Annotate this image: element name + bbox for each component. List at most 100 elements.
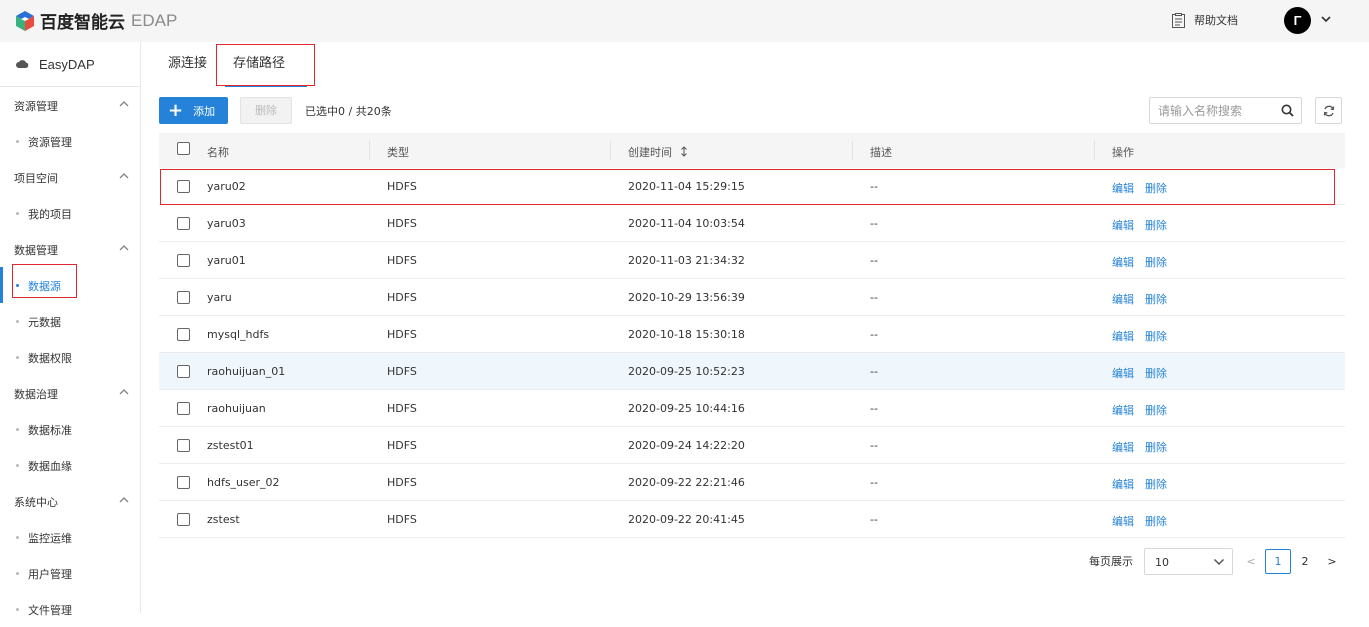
cell-type: HDFS: [387, 513, 417, 526]
sidebar-item-monitoring[interactable]: 监控运维: [0, 519, 140, 555]
next-page-button[interactable]: >: [1319, 549, 1345, 574]
row-checkbox[interactable]: [177, 328, 190, 341]
sidebar-group-system-center[interactable]: 系统中心: [0, 483, 140, 519]
cell-name: zstest: [207, 513, 240, 526]
column-header-created[interactable]: 创建时间: [628, 144, 688, 160]
cell-type: HDFS: [387, 365, 417, 378]
edit-link[interactable]: 编辑: [1112, 217, 1134, 233]
top-bar: 百度智能云 EDAP 帮助文档 Γ: [0, 0, 1369, 42]
bullet-icon: [16, 212, 19, 215]
sidebar-item-label: 用户管理: [28, 568, 72, 581]
row-checkbox[interactable]: [177, 254, 190, 267]
chevron-up-icon: [119, 101, 129, 107]
cell-description: --: [870, 439, 878, 452]
sidebar-app-title[interactable]: EasyDAP: [0, 42, 140, 87]
sort-icon[interactable]: [680, 146, 688, 157]
page-button-2[interactable]: 2: [1292, 549, 1318, 574]
cell-name: yaru03: [207, 217, 246, 230]
table-row: raohuijuan HDFS 2020-09-25 10:44:16 -- 编…: [159, 390, 1345, 427]
edit-link[interactable]: 编辑: [1112, 513, 1134, 529]
product-name: EDAP: [131, 10, 178, 30]
help-docs-link[interactable]: 帮助文档: [1172, 12, 1238, 28]
column-header-label: 创建时间: [628, 146, 672, 159]
delete-link[interactable]: 删除: [1145, 254, 1167, 270]
cell-description: --: [870, 365, 878, 378]
select-all-checkbox[interactable]: [177, 142, 190, 155]
sidebar-item-label: 元数据: [28, 316, 61, 329]
delete-link[interactable]: 删除: [1145, 476, 1167, 492]
tab-source-connection[interactable]: 源连接: [168, 52, 207, 71]
search-icon[interactable]: [1281, 104, 1294, 117]
edit-link[interactable]: 编辑: [1112, 254, 1134, 270]
prev-page-button[interactable]: <: [1238, 549, 1264, 574]
row-checkbox[interactable]: [177, 365, 190, 378]
column-divider: [369, 141, 370, 160]
sidebar-group-project[interactable]: 项目空间: [0, 159, 140, 195]
delete-link[interactable]: 删除: [1145, 328, 1167, 344]
sidebar-item-resource-management[interactable]: 资源管理: [0, 123, 140, 159]
row-checkbox[interactable]: [177, 513, 190, 526]
bullet-icon: [16, 428, 19, 431]
sidebar-item-metadata[interactable]: 元数据: [0, 303, 140, 339]
sidebar-item-data-permissions[interactable]: 数据权限: [0, 339, 140, 375]
delete-link[interactable]: 删除: [1145, 291, 1167, 307]
sidebar-item-data-lineage[interactable]: 数据血缘: [0, 447, 140, 483]
table-row: yaru HDFS 2020-10-29 13:56:39 -- 编辑 删除: [159, 279, 1345, 316]
row-checkbox[interactable]: [177, 217, 190, 230]
sidebar-item-my-projects[interactable]: 我的项目: [0, 195, 140, 231]
delete-link[interactable]: 删除: [1145, 365, 1167, 381]
sidebar-item-user-management[interactable]: 用户管理: [0, 555, 140, 591]
bullet-icon: [16, 140, 19, 143]
sidebar-group-label: 系统中心: [14, 496, 58, 509]
cell-created: 2020-10-29 13:56:39: [628, 291, 745, 304]
row-checkbox[interactable]: [177, 476, 190, 489]
cell-type: HDFS: [387, 476, 417, 489]
row-checkbox[interactable]: [177, 291, 190, 304]
cell-type: HDFS: [387, 291, 417, 304]
avatar[interactable]: Γ: [1284, 7, 1311, 34]
search-input[interactable]: [1158, 102, 1276, 120]
chevron-down-icon[interactable]: [1320, 13, 1332, 25]
cell-description: --: [870, 402, 878, 415]
edit-link[interactable]: 编辑: [1112, 291, 1134, 307]
sidebar-group-data-governance[interactable]: 数据治理: [0, 375, 140, 411]
edit-link[interactable]: 编辑: [1112, 328, 1134, 344]
app-name: EasyDAP: [39, 56, 95, 72]
brand-name: 百度智能云: [40, 13, 125, 33]
table-row: mysql_hdfs HDFS 2020-10-18 15:30:18 -- 编…: [159, 316, 1345, 353]
row-checkbox[interactable]: [177, 439, 190, 452]
table-row: yaru01 HDFS 2020-11-03 21:34:32 -- 编辑 删除: [159, 242, 1345, 279]
add-button-label: 添加: [193, 104, 216, 118]
delete-link[interactable]: 删除: [1145, 513, 1167, 529]
chevron-up-icon: [119, 245, 129, 251]
sidebar-group-resource[interactable]: 资源管理: [0, 87, 140, 123]
annotation-highlight: [160, 169, 1335, 205]
sidebar-item-label: 数据血缘: [28, 460, 72, 473]
delete-link[interactable]: 删除: [1145, 439, 1167, 455]
per-page-select[interactable]: 10: [1144, 548, 1233, 575]
sidebar-item-data-standards[interactable]: 数据标准: [0, 411, 140, 447]
sidebar-group-data-management[interactable]: 数据管理: [0, 231, 140, 267]
delete-link[interactable]: 删除: [1145, 402, 1167, 418]
cell-description: --: [870, 217, 878, 230]
refresh-button[interactable]: [1315, 97, 1342, 124]
sidebar-group-label: 资源管理: [14, 100, 58, 113]
delete-link[interactable]: 删除: [1145, 217, 1167, 233]
sidebar-item-file-management[interactable]: 文件管理: [0, 591, 140, 627]
column-header-name: 名称: [207, 146, 229, 159]
edit-link[interactable]: 编辑: [1112, 476, 1134, 492]
chevron-up-icon: [119, 389, 129, 395]
cell-created: 2020-09-22 22:21:46: [628, 476, 745, 489]
add-button[interactable]: + 添加: [159, 97, 228, 124]
page-button-1[interactable]: 1: [1265, 549, 1291, 574]
edit-link[interactable]: 编辑: [1112, 439, 1134, 455]
column-divider: [852, 141, 853, 160]
cell-created: 2020-10-18 15:30:18: [628, 328, 745, 341]
delete-button[interactable]: 删除: [240, 97, 292, 124]
cell-type: HDFS: [387, 254, 417, 267]
edit-link[interactable]: 编辑: [1112, 402, 1134, 418]
logo[interactable]: 百度智能云 EDAP: [14, 8, 177, 33]
cell-created: 2020-09-22 20:41:45: [628, 513, 745, 526]
edit-link[interactable]: 编辑: [1112, 365, 1134, 381]
row-checkbox[interactable]: [177, 402, 190, 415]
